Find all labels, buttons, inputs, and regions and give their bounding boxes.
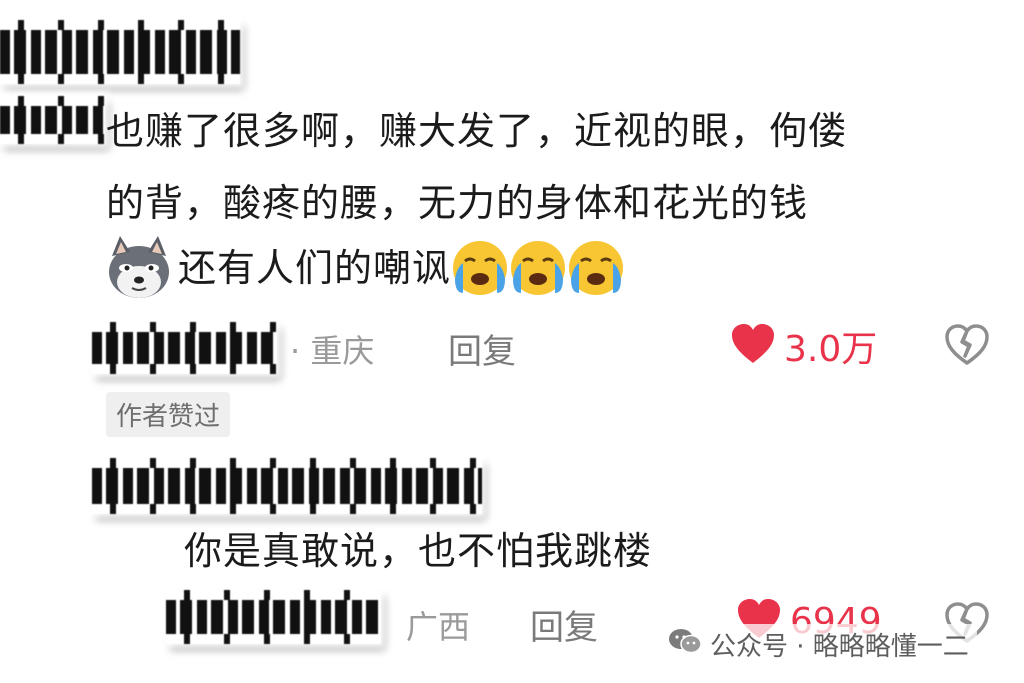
comment-thread-screenshot: 也赚了很多啊，赚大发了，近视的眼，佝偻 的背，酸疼的腰，无力的身体和花光的钱 还… (0, 0, 1024, 683)
crying-face-icon (567, 239, 625, 297)
crying-face-icon (509, 239, 567, 297)
comment-2-reply-button[interactable]: 回复 (530, 600, 598, 649)
comment-1-line-1: 也赚了很多啊，赚大发了，近视的眼，佝偻 (106, 109, 848, 153)
censored-username-top (0, 20, 240, 84)
comment-2-location: 广西 (406, 608, 471, 646)
comment-1-line-3: 还有人们的嘲讽 (104, 236, 625, 300)
comment-1-like-button[interactable]: 3.0万 (730, 320, 877, 372)
comment-1-like-count: 3.0万 (784, 329, 878, 370)
comment-1-line-2: 的背，酸疼的腰，无力的身体和花光的钱 (106, 181, 809, 225)
censored-username-meta-1 (92, 322, 277, 374)
comment-1-location: · 重庆 (290, 332, 375, 370)
broken-heart-icon[interactable] (944, 324, 990, 370)
crying-face-icon (451, 239, 509, 297)
comment-2-text: 你是真敢说，也不怕我跳楼 (184, 529, 653, 573)
author-liked-badge: 作者赞过 (106, 392, 231, 437)
censored-username-reply (92, 458, 482, 514)
censored-username-top-2 (0, 96, 105, 144)
watermark-text: 公众号 · 略略略懂一二 (710, 632, 969, 662)
wechat-icon (668, 627, 702, 662)
heart-icon (730, 323, 776, 369)
censored-username-meta-2 (166, 590, 381, 644)
comment-1-line-3-text: 还有人们的嘲讽 (178, 246, 452, 290)
wechat-official-account-watermark: 公众号 · 略略略懂一二 (660, 624, 977, 665)
comment-1-reply-button[interactable]: 回复 (448, 324, 516, 373)
wolf-emoji-icon (104, 236, 174, 300)
